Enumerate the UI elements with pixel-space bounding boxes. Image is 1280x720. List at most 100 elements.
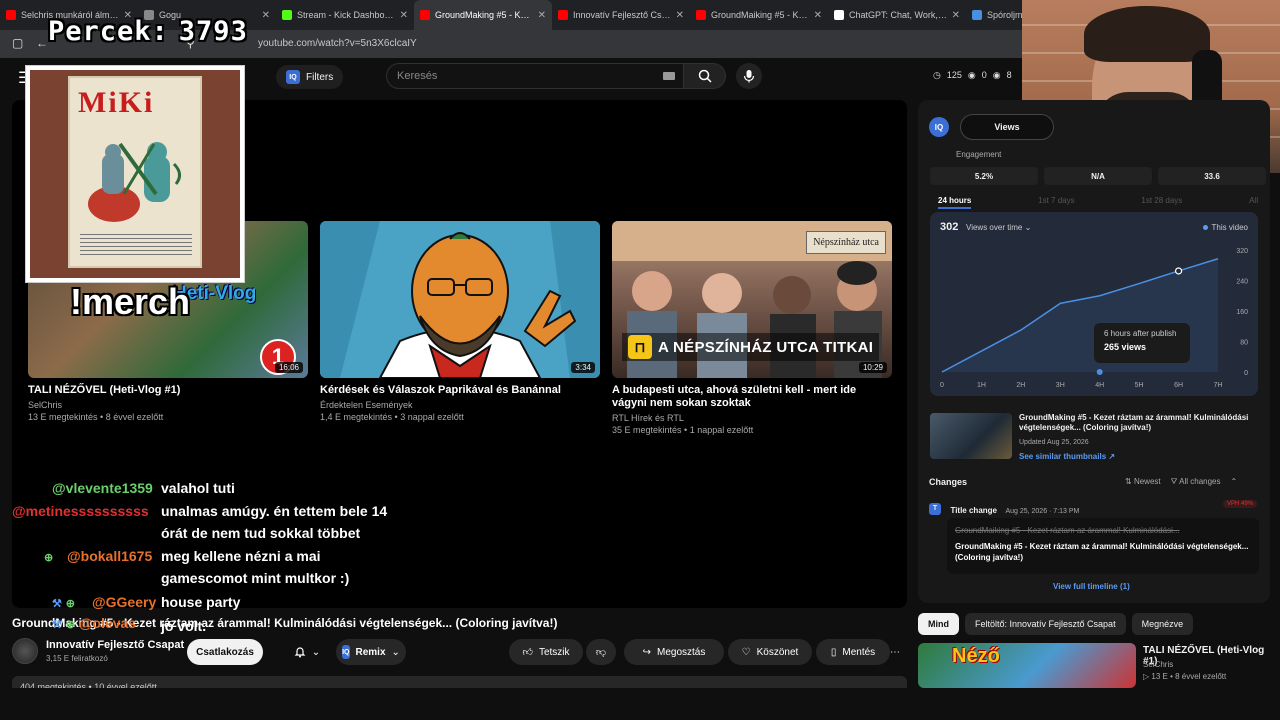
chart-highlight-point[interactable] bbox=[1174, 267, 1183, 275]
chat-message: meg kellene nézni a mai bbox=[161, 548, 321, 564]
close-tab-icon[interactable]: ✕ bbox=[400, 10, 408, 21]
iq-logo[interactable]: IQ bbox=[929, 117, 949, 137]
chip-all[interactable]: Mind bbox=[918, 613, 959, 635]
close-tab-icon[interactable]: ✕ bbox=[676, 10, 684, 21]
tab-24-hours[interactable]: 24 hours bbox=[938, 196, 972, 209]
chevron-up-icon[interactable]: ⌃ bbox=[1231, 477, 1238, 487]
recommendation-channel[interactable]: SelChris bbox=[1143, 660, 1173, 669]
chevron-down-icon: ⌄ bbox=[391, 646, 400, 658]
share-button[interactable]: ↪ Megosztás bbox=[624, 639, 724, 665]
suggestion-title[interactable]: A budapesti utca, ahová születni kell - … bbox=[612, 384, 892, 410]
filter-icon: ⛛ bbox=[1170, 477, 1178, 486]
range-tabs: 24 hours 1st 7 days 1st 28 days All bbox=[938, 196, 1258, 209]
browser-tab[interactable]: GroundMaking #5 - Kezet rá ✕ bbox=[414, 0, 552, 30]
description-box[interactable]: 404 megtekintés • 10 évvel ezelőtt bbox=[12, 676, 907, 688]
suggestion-card[interactable]: 3:34 Kérdések és Válaszok Paprikával és … bbox=[320, 221, 600, 435]
keyboard-icon[interactable] bbox=[663, 72, 675, 80]
voice-search-button[interactable] bbox=[736, 63, 762, 89]
sort-newest-button[interactable]: ⇅ Newest bbox=[1125, 477, 1161, 487]
close-tab-icon[interactable]: ✕ bbox=[814, 10, 822, 21]
member-badge-icon: ⊕ bbox=[44, 552, 54, 564]
tab-overview-icon[interactable]: ▢ bbox=[12, 36, 23, 50]
timer-label: Percek: bbox=[48, 16, 169, 47]
save-button[interactable]: ▯ Mentés bbox=[816, 639, 890, 665]
favicon-icon bbox=[6, 10, 16, 20]
chat-text: meg kellene nézni a mai bbox=[161, 548, 321, 564]
close-tab-icon[interactable]: ✕ bbox=[538, 10, 546, 21]
views-toggle[interactable]: Views bbox=[960, 114, 1054, 140]
browser-tab[interactable]: GroundMaiking #5 - Kezet rázta ✕ bbox=[690, 0, 828, 30]
tab-first-7-days[interactable]: 1st 7 days bbox=[1038, 196, 1074, 209]
thumbnail-text: Néző bbox=[952, 645, 1000, 667]
tab-first-28-days[interactable]: 1st 28 days bbox=[1141, 196, 1182, 209]
eye-icon: ◉ bbox=[992, 70, 1001, 80]
y-tick-label: 240 bbox=[1236, 279, 1248, 286]
all-changes-filter[interactable]: ⛛ All changes bbox=[1171, 477, 1221, 487]
timer-overlay: Percek: 3793 bbox=[48, 16, 248, 47]
suggestion-channel[interactable]: SelChris bbox=[28, 400, 308, 410]
url-text[interactable]: youtube.com/watch?v=5n3X6clcaIY bbox=[258, 38, 417, 49]
suggestion-title[interactable]: TALI NÉZŐVEL (Heti-Vlog #1) bbox=[28, 384, 308, 397]
browser-tab[interactable]: Innovatív Fejlesztő Csapat ✕ bbox=[552, 0, 690, 30]
browser-tab[interactable]: Stream - Kick Dashboard ✕ bbox=[276, 0, 414, 30]
stat-value: 125 bbox=[946, 70, 962, 80]
chat-message: house party bbox=[161, 594, 240, 610]
subscriber-count: 3,15 E feliratkozó bbox=[46, 654, 108, 663]
search-button[interactable] bbox=[684, 63, 726, 89]
street-sign: Népszínház utca bbox=[806, 231, 886, 254]
chat-message: valahol tuti bbox=[161, 480, 235, 496]
notifications-button[interactable]: ⌄ bbox=[274, 639, 340, 665]
channel-name[interactable]: Innovatív Fejlesztő Csapat bbox=[46, 639, 184, 651]
related-thumbnail[interactable] bbox=[930, 413, 1012, 459]
browser-tab[interactable]: ChatGPT: Chat, Work, Create ✕ bbox=[828, 0, 966, 30]
y-tick-label: 320 bbox=[1236, 248, 1248, 255]
join-button[interactable]: Csatlakozás bbox=[187, 639, 263, 665]
related-title[interactable]: GroundMaking #5 - Kezet ráztam az áramma… bbox=[1019, 413, 1259, 433]
changes-heading: Changes bbox=[929, 477, 968, 487]
tab-all[interactable]: All bbox=[1249, 196, 1258, 209]
view-timeline-link[interactable]: View full timeline (1) bbox=[1053, 582, 1130, 591]
chart-hover-marker[interactable] bbox=[1096, 369, 1103, 375]
chevron-down-icon: ⌄ bbox=[311, 646, 321, 658]
cartoon-illustration bbox=[320, 221, 600, 378]
suggestion-channel[interactable]: RTL Hírek és RTL bbox=[612, 413, 892, 423]
iq-icon: IQ bbox=[342, 645, 350, 659]
close-tab-icon[interactable]: ✕ bbox=[262, 10, 270, 21]
suggestion-thumbnail[interactable]: 3:34 bbox=[320, 221, 600, 378]
framed-poster: MiKi bbox=[68, 76, 202, 268]
chat-text: valahol tuti bbox=[161, 480, 235, 496]
metric-value: 33.6 bbox=[1158, 167, 1266, 185]
filters-button[interactable]: IQ Filters bbox=[276, 65, 344, 89]
chip-watched[interactable]: Megnézve bbox=[1131, 613, 1194, 635]
views-line-chart[interactable]: 0 1H 2H 3H 4H 5H 6H 7H 0 80 160 240 320 bbox=[930, 212, 1258, 396]
suggestion-card[interactable]: Népszínház utca ⊓ A NÉPSZÍNHÁZ UTCA TITK… bbox=[612, 221, 892, 435]
search-input[interactable]: Keresés bbox=[386, 63, 684, 89]
recommendation-thumbnail[interactable]: Néző bbox=[918, 643, 1136, 688]
y-tick-label: 0 bbox=[1244, 370, 1248, 377]
close-tab-icon[interactable]: ✕ bbox=[952, 10, 960, 21]
chat-text: órát de nem tud sokkal többet bbox=[161, 525, 361, 541]
stat-value: 8 bbox=[1006, 70, 1012, 80]
back-arrow-icon[interactable]: ← bbox=[36, 36, 48, 50]
favicon-icon bbox=[282, 10, 292, 20]
suggestion-channel[interactable]: Érdektelen Események bbox=[320, 400, 600, 410]
chat-username: @GGeery bbox=[92, 594, 157, 610]
wrench-icon: ⚒ bbox=[52, 619, 62, 631]
dislike-button[interactable]: 👎︎ bbox=[586, 639, 616, 665]
like-button[interactable]: 👍︎ Tetszik bbox=[509, 639, 583, 665]
channel-avatar[interactable] bbox=[12, 638, 38, 664]
x-tick-label: 2H bbox=[1016, 382, 1025, 389]
lock-icon: ⊓ bbox=[628, 335, 652, 359]
similar-thumbnails-link[interactable]: See similar thumbnails ↗ bbox=[1019, 452, 1115, 461]
chip-uploader[interactable]: Feltöltő: Innovatív Fejlesztő Csapat bbox=[965, 613, 1126, 635]
more-actions-button[interactable]: ⋯ bbox=[882, 639, 908, 665]
recommendation-chips: Mind Feltöltő: Innovatív Fejlesztő Csapa… bbox=[918, 613, 1194, 635]
metric-engagement: 5.2% bbox=[930, 167, 1038, 185]
suggestion-thumbnail[interactable]: Népszínház utca ⊓ A NÉPSZÍNHÁZ UTCA TITK… bbox=[612, 221, 892, 378]
suggestion-title[interactable]: Kérdések és Válaszok Paprikával és Banán… bbox=[320, 384, 600, 397]
chat-message: jó volt. bbox=[161, 618, 206, 634]
remix-button[interactable]: IQ Remix ⌄ bbox=[336, 639, 406, 665]
microphone-icon bbox=[743, 70, 755, 83]
duration-badge: 10:29 bbox=[858, 362, 887, 373]
thanks-button[interactable]: ♡ Köszönet bbox=[728, 639, 812, 665]
